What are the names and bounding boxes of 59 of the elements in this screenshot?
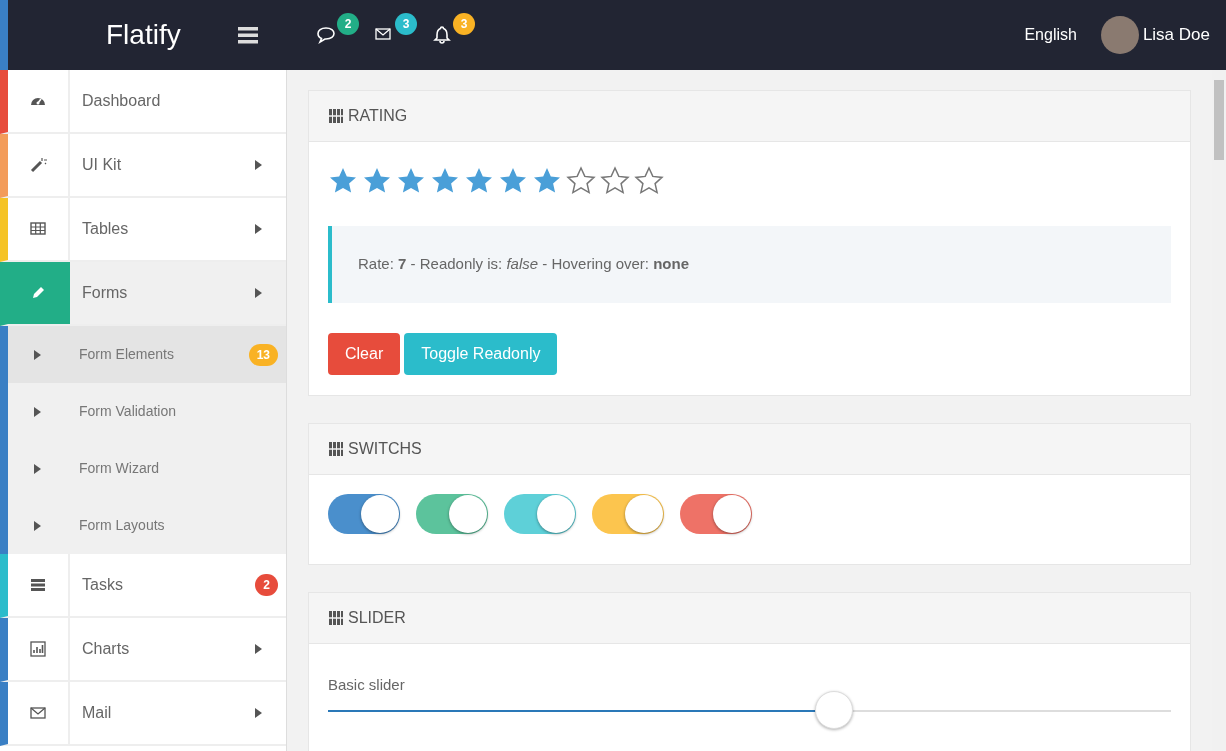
sidebar-label: Forms (82, 283, 128, 303)
wand-icon (29, 156, 47, 174)
count-badge: 3 (395, 13, 417, 35)
action-button[interactable]: Clear (328, 332, 401, 375)
slider-label: Basic slider (328, 674, 406, 695)
toggle-switch[interactable] (592, 493, 664, 534)
brand-logo[interactable]: Flatify (8, 14, 288, 56)
submenu-item[interactable]: Form Layouts (0, 497, 286, 554)
caret-icon (34, 349, 41, 360)
count-badge: 2 (255, 574, 278, 596)
bell-icon[interactable] (432, 25, 452, 45)
count-badge: 13 (248, 343, 278, 366)
submenu-label: Form Elements (79, 345, 174, 364)
sidebar-label: UI Kit (82, 155, 122, 175)
speech-bubble-icon[interactable] (316, 25, 336, 45)
slider-handle[interactable] (814, 691, 853, 729)
empty-star-icon (600, 166, 630, 196)
bar-chart-icon (29, 640, 47, 658)
card-title: SLIDER (348, 607, 406, 628)
empty-star-icon (566, 166, 596, 196)
caret-icon (34, 406, 41, 417)
caret-icon (34, 463, 41, 474)
sidebar-label: Tasks (82, 575, 123, 595)
toggle-switch[interactable] (416, 493, 488, 534)
server-icon (29, 576, 47, 594)
count-badge: 2 (337, 13, 359, 35)
sidebar-item[interactable]: Tasks 2 (0, 554, 286, 618)
grid-icon (328, 609, 344, 626)
sidebar-label: Mail (82, 703, 112, 723)
caret-icon (34, 520, 41, 531)
card-title: SWITCHS (348, 438, 422, 459)
sidebar-label: Charts (82, 639, 130, 659)
submenu-item[interactable]: Form Elements 13 (0, 326, 286, 383)
submenu-label: Form Layouts (79, 516, 165, 535)
count-badge: 3 (453, 13, 475, 35)
submenu-item[interactable]: Form Validation (0, 383, 286, 440)
card-title: RATING (348, 106, 408, 126)
language-link[interactable]: English (1024, 23, 1077, 47)
grid-icon (328, 440, 344, 457)
sidebar-item[interactable]: Mail (0, 682, 286, 746)
submenu-label: Form Validation (79, 402, 176, 421)
toggle-switch[interactable] (504, 493, 576, 534)
sidebar-item[interactable]: UI Kit (0, 134, 286, 198)
envelope-icon (29, 704, 47, 722)
empty-star-icon (634, 166, 664, 196)
status-text: Rate: 7 - Readonly is: false - Hovering over: none (328, 226, 1171, 303)
toggle-switch[interactable] (328, 493, 400, 534)
sidebar-item[interactable]: Dashboard (0, 70, 286, 134)
submenu-label: Form Wizard (79, 459, 160, 478)
grid-icon (328, 108, 344, 124)
user-name[interactable]: Lisa Doe (1142, 22, 1210, 48)
toggle-switch[interactable] (680, 493, 752, 534)
sidebar-item[interactable]: Charts (0, 618, 286, 682)
menu-icon[interactable] (238, 26, 258, 44)
table-icon (29, 220, 47, 238)
sidebar-label: Tables (82, 219, 129, 239)
sidebar-label: Dashboard (82, 91, 161, 111)
avatar (1100, 16, 1139, 54)
submenu-item[interactable]: Form Wizard (0, 440, 286, 497)
